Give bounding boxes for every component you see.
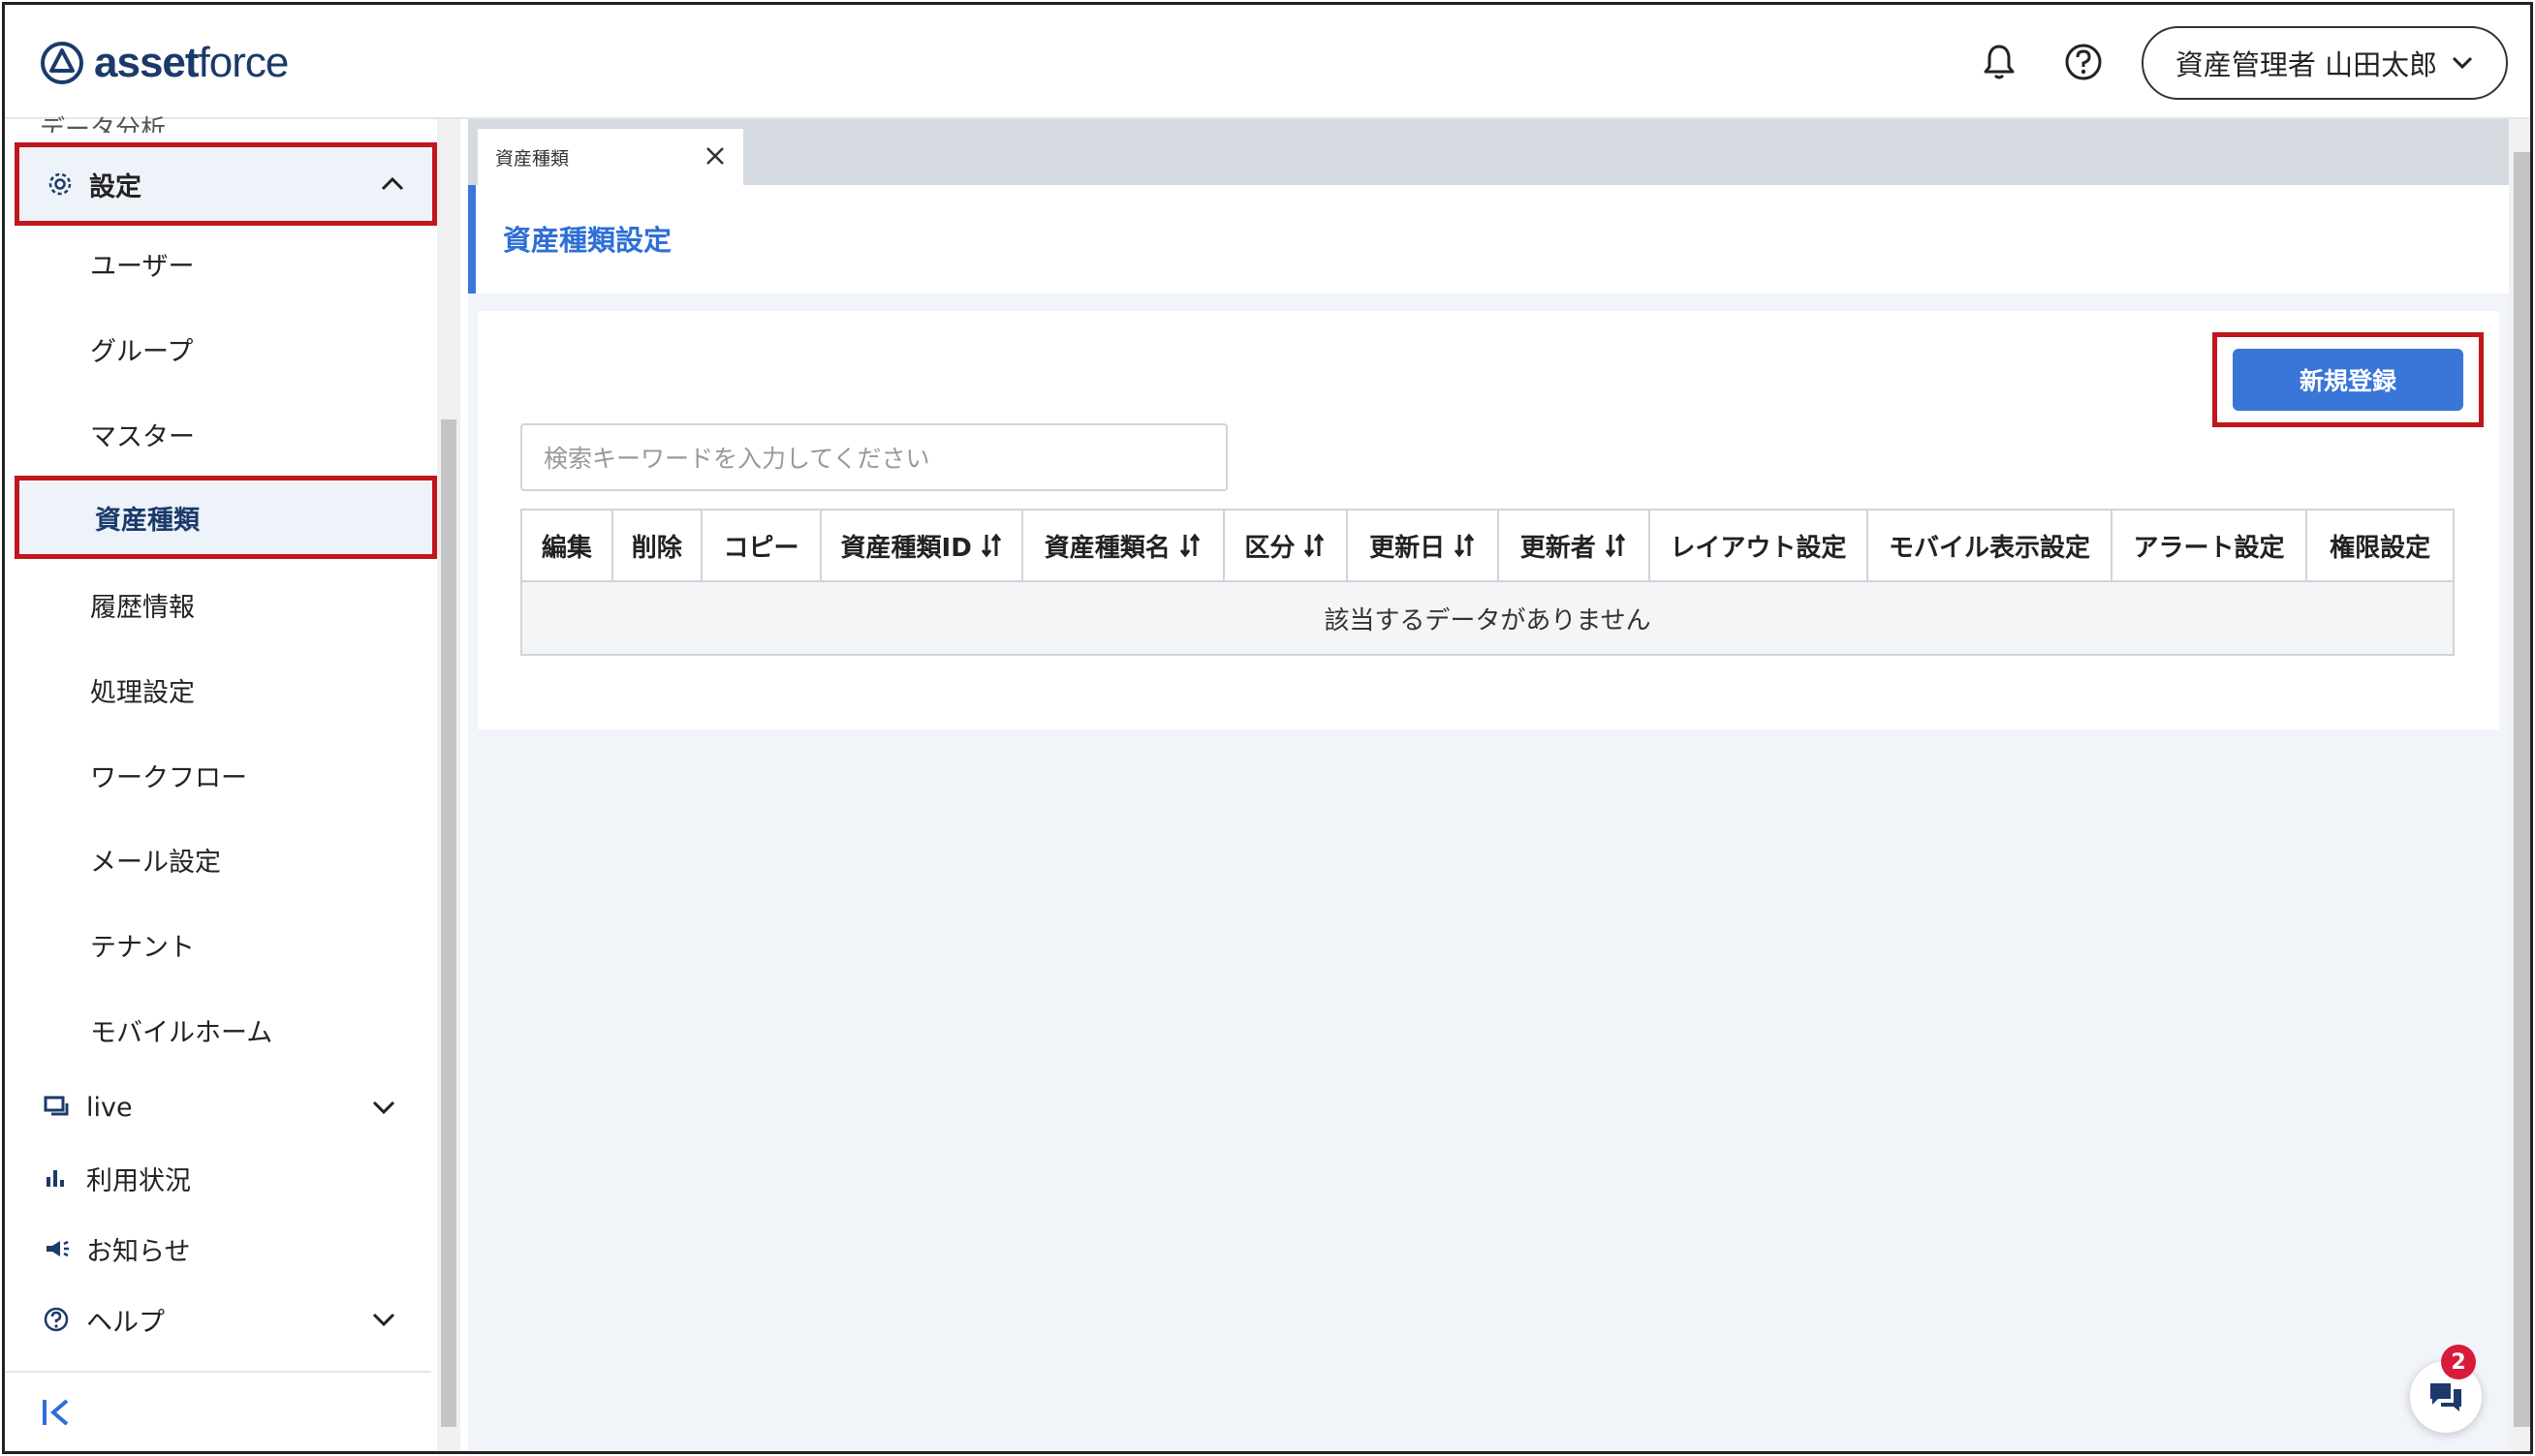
search-placeholder: 検索キーワードを入力してください [544,445,930,473]
user-menu-button[interactable]: 資産管理者 山田太郎 [2142,26,2508,100]
search-input[interactable]: 検索キーワードを入力してください [520,423,1228,491]
megaphone-icon [44,1238,73,1259]
column-header[interactable]: 更新者 [1499,511,1650,580]
sidebar-item-partial[interactable]: データ分析 [40,109,166,133]
bell-icon[interactable] [1975,38,2023,86]
app-window: assetforce 資産管理者 山田太郎 データ分析 設定 ユーザー グループ… [2,2,2533,1454]
sidebar-item-help[interactable]: ヘルプ [5,1290,431,1348]
content-card: 新規登録 検索キーワードを入力してください 編集 削除 コピー 資産種類ID 資産種類名… [478,311,2499,729]
sort-icon[interactable] [1453,532,1476,559]
sidebar-item-groups[interactable]: グループ [5,320,431,378]
main-scrollbar[interactable] [2509,119,2530,1451]
sidebar-item-master[interactable]: マスター [5,405,431,463]
sidebar-item-mobile-home[interactable]: モバイルホーム [5,1001,431,1059]
new-register-button[interactable]: 新規登録 [2233,349,2463,411]
sidebar-item-news[interactable]: お知らせ [5,1220,431,1278]
sidebar-item-processing[interactable]: 処理設定 [5,661,431,719]
live-icon [44,1096,73,1119]
logo-text: assetforce [94,39,289,86]
sidebar-item-settings[interactable]: 設定 [15,142,437,226]
sidebar-item-history[interactable]: 履歴情報 [5,575,431,634]
top-header: assetforce 資産管理者 山田太郎 [5,5,2530,119]
column-header: 削除 [613,511,703,580]
chevron-up-icon[interactable] [380,175,405,193]
help-circle-icon [44,1307,73,1332]
user-name: 資産管理者 山田太郎 [2175,48,2438,81]
sidebar-item-workflow[interactable]: ワークフロー [5,746,431,804]
chat-notification-badge: 2 [2441,1345,2476,1379]
sidebar-settings-label: 設定 [89,171,141,202]
page-title-bar: 資産種類設定 [468,185,2509,294]
collapse-sidebar-icon[interactable] [40,1396,73,1438]
sort-icon[interactable] [980,532,1003,559]
column-header[interactable]: 資産種類ID [822,511,1023,580]
sidebar-item-mail[interactable]: メール設定 [5,830,431,888]
sidebar-scroll-thumb[interactable] [441,419,456,1427]
sidebar-item-usage[interactable]: 利用状況 [5,1149,431,1207]
column-header: アラート設定 [2112,511,2308,580]
column-header[interactable]: 資産種類名 [1023,511,1225,580]
column-header: レイアウト設定 [1650,511,1869,580]
help-icon[interactable] [2059,38,2108,86]
sort-icon[interactable] [1302,532,1326,559]
main-scroll-thumb[interactable] [2514,152,2530,1427]
column-header: コピー [703,511,823,580]
page-title: 資産種類設定 [503,224,673,257]
sidebar-item-asset-types[interactable]: 資産種類 [15,476,437,559]
column-header[interactable]: 更新日 [1348,511,1499,580]
column-header[interactable]: 区分 [1225,511,1349,580]
chevron-down-icon[interactable] [371,1311,396,1328]
sort-icon[interactable] [1604,532,1627,559]
new-button-highlight: 新規登録 [2212,332,2484,427]
column-header: 権限設定 [2330,533,2431,563]
column-header: 編集 [522,511,613,580]
chevron-down-icon [2453,56,2473,70]
logo[interactable]: assetforce [40,34,289,92]
table-header: 編集 削除 コピー 資産種類ID 資産種類名 区分 更新日 更新者 レイアウト設定 モバイル表示設… [522,511,2453,582]
gear-icon [48,172,72,196]
tab-bar: 資産種類 [468,119,2509,185]
chevron-down-icon[interactable] [371,1099,396,1116]
sidebar-item-live[interactable]: live [5,1078,431,1136]
close-icon[interactable] [701,141,730,170]
main-content: 資産種類 資産種類設定 新規登録 検索キーワードを入力してください 編集 削除 コピ… [468,119,2509,1451]
sidebar-item-users[interactable]: ユーザー [5,234,431,293]
sidebar-scrollbar[interactable] [437,119,460,1451]
sidebar-divider [5,1371,431,1373]
column-header: モバイル表示設定 [1868,511,2112,580]
sort-icon[interactable] [1178,532,1202,559]
table-empty-message: 該当するデータがありません [522,582,2453,654]
sidebar-item-tenant[interactable]: テナント [5,915,431,974]
tab-asset-types[interactable]: 資産種類 [478,129,743,185]
asset-types-table: 編集 削除 コピー 資産種類ID 資産種類名 区分 更新日 更新者 レイアウト設定 モバイル表示設… [520,509,2455,656]
chat-icon [2430,1383,2461,1411]
bar-chart-icon [44,1167,73,1189]
sidebar: データ分析 設定 ユーザー グループ マスター 資産種類 履歴情報 処理設定 ワ… [5,115,437,1451]
logo-icon [41,42,83,84]
